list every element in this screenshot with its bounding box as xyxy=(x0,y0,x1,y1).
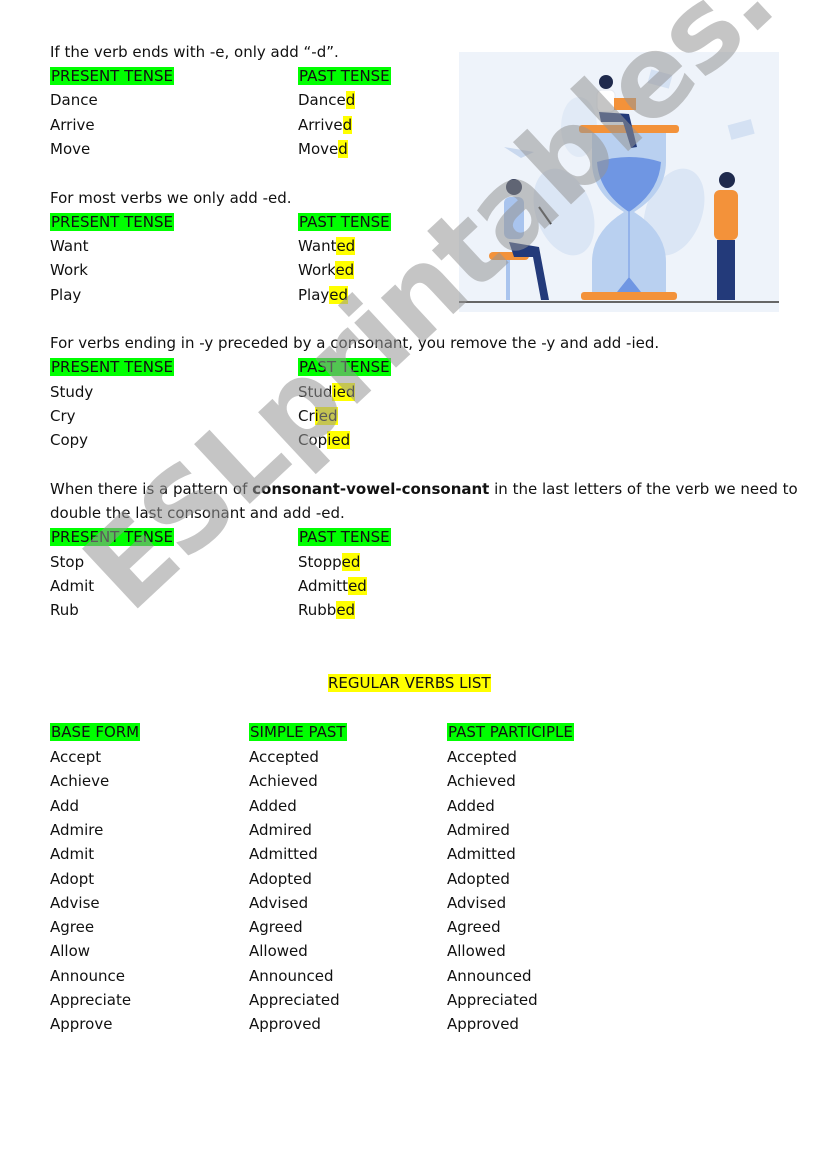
suffix-highlight: ed xyxy=(329,286,349,304)
column-header: PRESENT TENSE xyxy=(50,67,174,85)
simple-past-cell: Adopted xyxy=(249,869,312,888)
past-participle-cell: Approved xyxy=(447,1015,519,1034)
present-verb: Stop xyxy=(50,553,85,571)
rule-text: For most verbs we only add -ed. xyxy=(50,189,292,207)
past-verb: Arrived xyxy=(298,116,353,134)
column-header: PRESENT TENSE xyxy=(50,528,174,546)
simple-past-cell: Achieved xyxy=(249,772,318,791)
column-header: PRESENT TENSE xyxy=(50,213,174,231)
column-header: PAST TENSE xyxy=(298,528,391,546)
present-verb: Copy xyxy=(50,431,89,449)
base-form-cell: Admire xyxy=(50,820,104,839)
base-form-cell: Advise xyxy=(50,893,100,912)
list-title: REGULAR VERBS LIST xyxy=(328,674,491,692)
past-participle-cell: Adopted xyxy=(447,869,510,888)
suffix-highlight: ed xyxy=(335,261,355,279)
suffix-highlight: ied xyxy=(314,407,338,425)
simple-past-cell: Appreciated xyxy=(249,991,340,1009)
past-verb: Studied xyxy=(298,383,356,401)
rule-text: When there is a pattern of consonant-vow… xyxy=(50,480,798,498)
suffix-highlight: d xyxy=(338,140,348,158)
rule-text: If the verb ends with -e, only add “-d”. xyxy=(50,43,339,61)
present-verb: Admit xyxy=(50,577,95,595)
column-header: PAST TENSE xyxy=(298,213,391,231)
simple-past-cell: Agreed xyxy=(249,918,303,937)
past-participle-cell: Admired xyxy=(447,820,510,839)
base-form-cell: Admit xyxy=(50,845,95,864)
suffix-highlight: d xyxy=(345,91,356,109)
past-participle-cell: Appreciated xyxy=(447,991,538,1009)
past-verb: Wanted xyxy=(298,237,356,255)
past-participle-cell: Accepted xyxy=(447,748,517,766)
past-participle-cell: Allowed xyxy=(447,942,506,961)
simple-past-cell: Announced xyxy=(249,966,334,985)
base-form-cell: Adopt xyxy=(50,869,95,888)
base-form-cell: Accept xyxy=(50,748,102,766)
past-verb: Moved xyxy=(298,140,348,158)
base-form-cell: Agree xyxy=(50,918,95,937)
base-form-cell: Appreciate xyxy=(50,991,132,1009)
present-verb: Cry xyxy=(50,407,76,425)
present-verb: Arrive xyxy=(50,116,95,134)
suffix-highlight: ied xyxy=(332,383,356,401)
past-participle-cell: Added xyxy=(447,796,495,815)
past-verb: Copied xyxy=(298,431,351,449)
suffix-highlight: ed xyxy=(341,553,361,571)
simple-past-cell: Admired xyxy=(249,820,312,839)
simple-past-cell: Approved xyxy=(249,1015,321,1034)
past-verb: Admitted xyxy=(298,577,367,595)
hourglass-illustration xyxy=(459,52,779,312)
column-header-simple-past: SIMPLE PAST xyxy=(249,723,347,741)
past-verb: Worked xyxy=(298,261,355,279)
column-header-past-participle: PAST PARTICIPLE xyxy=(447,723,574,741)
present-verb: Want xyxy=(50,237,89,255)
base-form-cell: Allow xyxy=(50,942,91,961)
simple-past-cell: Admitted xyxy=(249,845,318,864)
present-verb: Play xyxy=(50,286,82,304)
hourglass-people-icon xyxy=(459,69,779,303)
base-form-cell: Approve xyxy=(50,1015,113,1034)
past-verb: Rubbed xyxy=(298,601,356,619)
suffix-highlight: ed xyxy=(348,577,367,595)
simple-past-cell: Added xyxy=(249,796,297,815)
past-verb: Stopped xyxy=(298,553,361,571)
past-verb: Danced xyxy=(298,91,356,109)
base-form-cell: Add xyxy=(50,796,80,815)
past-participle-cell: Achieved xyxy=(447,772,516,791)
simple-past-cell: Advised xyxy=(249,893,309,912)
column-header: PAST TENSE xyxy=(298,358,391,376)
rule-text: For verbs ending in -y preceded by a con… xyxy=(50,334,660,352)
column-header: PAST TENSE xyxy=(298,67,391,85)
present-verb: Dance xyxy=(50,91,98,109)
past-participle-cell: Admitted xyxy=(447,845,516,864)
present-verb: Work xyxy=(50,261,88,279)
past-participle-cell: Agreed xyxy=(447,918,501,937)
column-header: PRESENT TENSE xyxy=(50,358,174,376)
suffix-highlight: ied xyxy=(327,431,351,449)
rule-emphasis: consonant-vowel-consonant xyxy=(252,480,490,498)
base-form-cell: Announce xyxy=(50,966,125,985)
suffix-highlight: d xyxy=(342,116,353,134)
past-verb: Played xyxy=(298,286,349,304)
rule-text-line2: double the last consonant and add -ed. xyxy=(50,504,345,522)
simple-past-cell: Allowed xyxy=(249,942,308,961)
column-header-base: BASE FORM xyxy=(50,723,141,741)
past-participle-cell: Advised xyxy=(447,893,507,912)
base-form-cell: Achieve xyxy=(50,772,110,791)
simple-past-cell: Accepted xyxy=(249,748,319,766)
suffix-highlight: ed xyxy=(336,237,356,255)
present-verb: Rub xyxy=(50,601,79,619)
past-verb: Cried xyxy=(298,407,338,425)
present-verb: Study xyxy=(50,383,94,401)
present-verb: Move xyxy=(50,140,91,158)
past-participle-cell: Announced xyxy=(447,966,532,985)
suffix-highlight: ed xyxy=(336,601,356,619)
